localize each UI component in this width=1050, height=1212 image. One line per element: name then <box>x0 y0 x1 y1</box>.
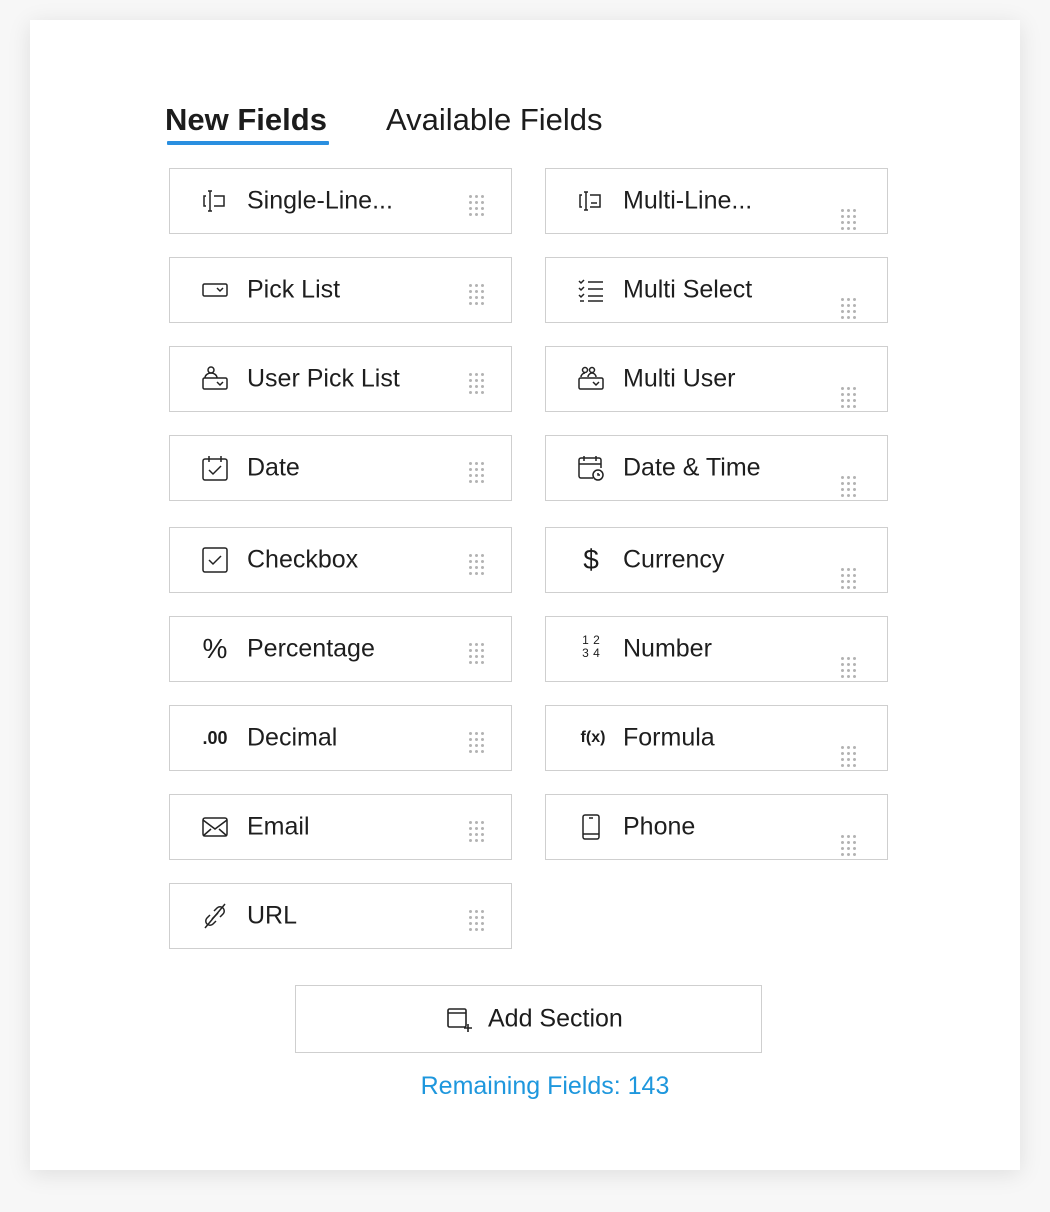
field-user-pick-list[interactable]: User Pick List <box>169 346 512 412</box>
drag-handle-icon[interactable] <box>469 554 485 575</box>
field-label: Pick List <box>247 275 341 304</box>
drag-handle-icon[interactable] <box>469 373 485 394</box>
checkbox-icon <box>200 545 230 575</box>
drag-handle-icon[interactable] <box>469 910 485 931</box>
field-number[interactable]: 1 2 3 4 Number <box>545 616 888 682</box>
formula-icon: f(x) <box>580 729 606 746</box>
field-label: Single-Line... <box>247 186 393 215</box>
drag-handle-icon[interactable] <box>469 195 485 216</box>
drag-handle-icon[interactable] <box>841 298 857 319</box>
field-label: Email <box>247 812 310 841</box>
field-phone[interactable]: Phone <box>545 794 888 860</box>
drag-handle-icon[interactable] <box>841 209 857 230</box>
single-line-icon <box>200 186 230 216</box>
drag-handle-icon[interactable] <box>469 643 485 664</box>
add-section-label: Add Section <box>488 1004 623 1033</box>
field-label: Date & Time <box>623 453 761 482</box>
field-multi-user[interactable]: Multi User <box>545 346 888 412</box>
email-icon <box>200 812 230 842</box>
multi-line-icon <box>576 186 606 216</box>
field-label: Decimal <box>247 723 338 752</box>
field-label: Number <box>623 634 712 663</box>
field-label: Multi User <box>623 364 736 393</box>
user-pick-list-icon <box>200 364 230 394</box>
field-label: Checkbox <box>247 545 359 574</box>
field-label: Phone <box>623 812 696 841</box>
field-label: Multi Select <box>623 275 753 304</box>
field-label: URL <box>247 901 298 930</box>
url-icon <box>200 901 230 931</box>
field-label: User Pick List <box>247 364 400 393</box>
date-icon <box>200 453 230 483</box>
drag-handle-icon[interactable] <box>841 835 857 856</box>
drag-handle-icon[interactable] <box>841 387 857 408</box>
field-url[interactable]: URL <box>169 883 512 949</box>
multi-user-icon <box>576 364 606 394</box>
drag-handle-icon[interactable] <box>469 732 485 753</box>
add-section-icon <box>446 1006 474 1034</box>
field-email[interactable]: Email <box>169 794 512 860</box>
field-decimal[interactable]: .00 Decimal <box>169 705 512 771</box>
drag-handle-icon[interactable] <box>469 821 485 842</box>
date-time-icon <box>576 453 606 483</box>
multi-select-icon <box>576 275 606 305</box>
field-single-line[interactable]: Single-Line... <box>169 168 512 234</box>
field-pick-list[interactable]: Pick List <box>169 257 512 323</box>
add-section-button[interactable]: Add Section <box>295 985 762 1053</box>
percentage-icon: % <box>202 633 228 664</box>
field-label: Percentage <box>247 634 375 663</box>
field-checkbox[interactable]: Checkbox <box>169 527 512 593</box>
field-label: Currency <box>623 545 725 574</box>
drag-handle-icon[interactable] <box>841 657 857 678</box>
decimal-icon: .00 <box>202 727 228 748</box>
number-digit: 4 <box>593 646 600 660</box>
tab-new-fields[interactable]: New Fields <box>165 102 327 138</box>
field-percentage[interactable]: % Percentage <box>169 616 512 682</box>
field-date-time[interactable]: Date & Time <box>545 435 888 501</box>
field-label: Formula <box>623 723 715 752</box>
field-formula[interactable]: f(x) Formula <box>545 705 888 771</box>
active-tab-indicator <box>167 141 329 145</box>
number-icon: 1 2 3 4 <box>576 634 606 664</box>
drag-handle-icon[interactable] <box>469 462 485 483</box>
drag-handle-icon[interactable] <box>841 746 857 767</box>
drag-handle-icon[interactable] <box>841 476 857 497</box>
drag-handle-icon[interactable] <box>469 284 485 305</box>
tab-available-fields[interactable]: Available Fields <box>386 102 603 138</box>
number-digit: 3 <box>582 646 589 660</box>
remaining-fields-count: Remaining Fields: 143 <box>420 1072 670 1100</box>
field-currency[interactable]: $ Currency <box>545 527 888 593</box>
field-multi-line[interactable]: Multi-Line... <box>545 168 888 234</box>
drag-handle-icon[interactable] <box>841 568 857 589</box>
field-label: Multi-Line... <box>623 186 753 215</box>
pick-list-icon <box>200 275 230 305</box>
field-label: Date <box>247 453 300 482</box>
currency-icon: $ <box>583 544 599 575</box>
field-date[interactable]: Date <box>169 435 512 501</box>
phone-icon <box>576 812 606 842</box>
field-palette-panel: New Fields Available Fields Single-Line.… <box>30 20 1020 1170</box>
field-multi-select[interactable]: Multi Select <box>545 257 888 323</box>
